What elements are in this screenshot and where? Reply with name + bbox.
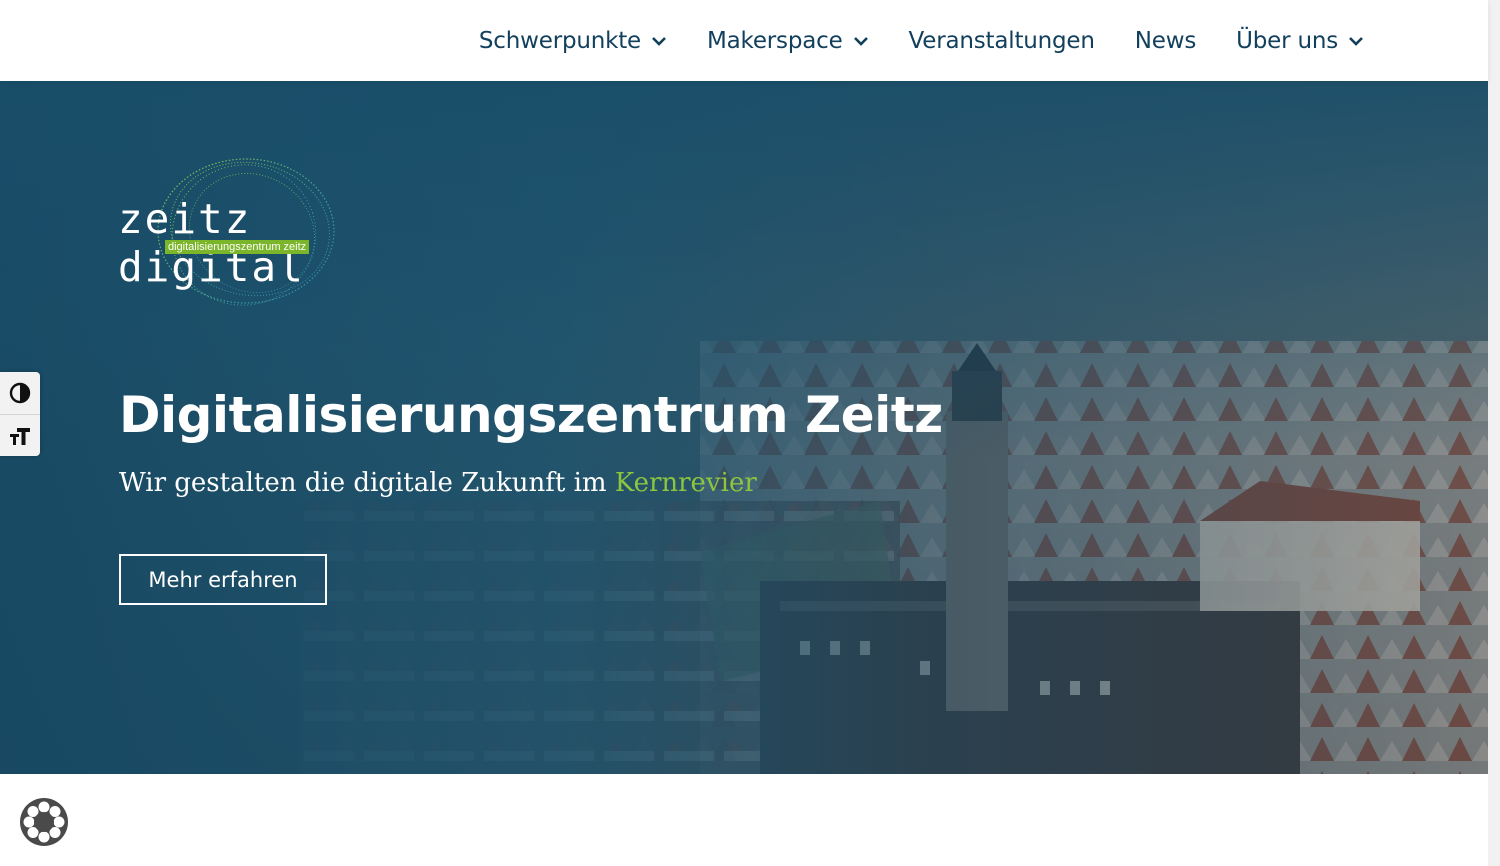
hero-section: zeitz digital digitalisierungszentrum ze…	[0, 81, 1488, 774]
nav-item-ueber-uns[interactable]: Über uns	[1216, 0, 1384, 81]
scrollbar[interactable]	[1488, 0, 1500, 866]
hero-subtitle-text: Wir gestalten die digitale Zukunft im	[119, 468, 607, 498]
chevron-down-icon	[1348, 33, 1364, 49]
toggle-font-size-button[interactable]	[0, 414, 40, 456]
hero-subtitle: Wir gestalten die digitale Zukunft im Ke…	[119, 468, 757, 498]
main-nav: Schwerpunkte Makerspace Veranstaltungen …	[459, 0, 1384, 81]
font-size-icon	[10, 427, 30, 445]
nav-label: Veranstaltungen	[908, 27, 1095, 54]
nav-item-schwerpunkte[interactable]: Schwerpunkte	[459, 0, 687, 81]
cookie-badge-icon	[20, 798, 68, 846]
hero-title: Digitalisierungszentrum Zeitz	[119, 386, 943, 444]
nav-label: Schwerpunkte	[478, 27, 641, 54]
site-logo[interactable]: zeitz digital digitalisierungszentrum ze…	[118, 151, 363, 311]
nav-label: Makerspace	[707, 27, 843, 54]
toggle-contrast-button[interactable]	[0, 372, 40, 414]
nav-item-veranstaltungen[interactable]: Veranstaltungen	[889, 0, 1115, 81]
hero-subtitle-accent: Kernrevier	[614, 468, 757, 498]
mehr-erfahren-button[interactable]: Mehr erfahren	[119, 554, 327, 605]
logo-tagline: digitalisierungszentrum zeitz	[165, 240, 310, 254]
nav-label: News	[1134, 27, 1197, 54]
site-header: Schwerpunkte Makerspace Veranstaltungen …	[0, 0, 1488, 81]
cookie-settings-button[interactable]	[18, 796, 70, 848]
accessibility-toolbar	[0, 372, 40, 456]
nav-item-news[interactable]: News	[1115, 0, 1216, 81]
nav-item-makerspace[interactable]: Makerspace	[687, 0, 889, 81]
nav-label: Über uns	[1236, 27, 1338, 54]
chevron-down-icon	[651, 33, 667, 49]
contrast-icon	[9, 382, 31, 404]
chevron-down-icon	[853, 33, 869, 49]
